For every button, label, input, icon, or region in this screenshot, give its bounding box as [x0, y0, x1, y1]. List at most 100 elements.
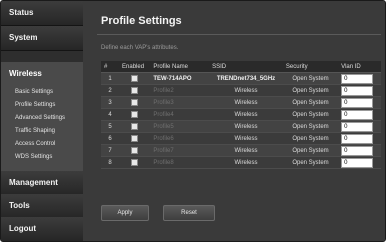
security: Open System	[282, 156, 339, 169]
enabled-checkbox-cell	[119, 144, 151, 157]
vlan-cell: 0	[338, 84, 381, 97]
profile-name[interactable]: Profile3	[150, 96, 210, 109]
vlan-cell: 0	[338, 144, 381, 157]
nav-system[interactable]: System	[1, 26, 83, 51]
row-number: 4	[101, 108, 120, 121]
reset-button[interactable]: Reset	[163, 205, 215, 221]
enabled-checkbox[interactable]	[131, 134, 139, 142]
ssid: TRENDnet734_5GHz	[209, 72, 283, 85]
row-number: 3	[101, 96, 120, 109]
nav-status[interactable]: Status	[1, 1, 83, 26]
vlan-cell: 0	[338, 72, 381, 85]
ssid: Wireless	[209, 84, 283, 97]
vlan-id-input[interactable]: 0	[341, 133, 374, 144]
enabled-checkbox[interactable]	[131, 110, 139, 118]
apply-button[interactable]: Apply	[101, 205, 149, 221]
row-number: 1	[101, 72, 120, 85]
ssid: Wireless	[209, 156, 283, 169]
main-panel: Profile Settings Define each VAP's attri…	[83, 1, 385, 241]
profile-name[interactable]: Profile8	[150, 156, 210, 169]
enabled-checkbox-cell	[119, 156, 151, 169]
app-window: Status System Wireless Basic Settings Pr…	[0, 0, 386, 242]
vlan-cell: 0	[338, 96, 381, 109]
profile-name[interactable]: Profile5	[150, 120, 210, 133]
enabled-checkbox-cell	[119, 96, 151, 109]
vlan-id-input[interactable]: 0	[341, 97, 374, 108]
nav-advanced-settings[interactable]: Advanced Settings	[1, 112, 83, 125]
table-row: 2 Profile2 Wireless Open System 0	[101, 84, 381, 97]
table-row: 1 TEW-714APO TRENDnet734_5GHz Open Syste…	[101, 72, 381, 85]
table-row: 4 Profile4 Wireless Open System 0	[101, 108, 381, 121]
vlan-id-input[interactable]: 0	[341, 121, 374, 132]
enabled-checkbox-cell	[119, 108, 151, 121]
row-number: 8	[101, 156, 120, 169]
enabled-checkbox[interactable]	[131, 158, 139, 166]
page-hint: Define each VAP's attributes.	[101, 45, 179, 51]
col-ssid: SSID	[209, 61, 283, 73]
ssid: Wireless	[209, 144, 283, 157]
security: Open System	[282, 72, 339, 85]
ssid: Wireless	[209, 108, 283, 121]
profile-name[interactable]: Profile6	[150, 132, 210, 145]
profiles-table: # Enabled Profile Name SSID Security Vla…	[101, 61, 381, 169]
vlan-cell: 0	[338, 108, 381, 121]
vlan-id-input[interactable]: 0	[341, 145, 374, 156]
vlan-cell: 0	[338, 156, 381, 169]
security: Open System	[282, 108, 339, 121]
table-header-row: # Enabled Profile Name SSID Security Vla…	[101, 61, 381, 73]
nav-basic-settings[interactable]: Basic Settings	[1, 86, 83, 99]
ssid: Wireless	[209, 96, 283, 109]
col-number: #	[101, 61, 120, 73]
nav-wds-settings[interactable]: WDS Settings	[1, 151, 83, 164]
nav-traffic-shaping[interactable]: Traffic Shaping	[1, 125, 83, 138]
enabled-checkbox-cell	[119, 84, 151, 97]
security: Open System	[282, 96, 339, 109]
col-profile-name: Profile Name	[150, 61, 210, 73]
enabled-checkbox-cell	[119, 120, 151, 133]
vlan-cell: 0	[338, 132, 381, 145]
row-number: 5	[101, 120, 120, 133]
nav-logout[interactable]: Logout	[1, 217, 91, 241]
security: Open System	[282, 132, 339, 145]
enabled-checkbox[interactable]	[131, 86, 139, 94]
profile-name[interactable]: Profile7	[150, 144, 210, 157]
nav-wireless-section: Wireless Basic Settings Profile Settings…	[1, 62, 83, 171]
col-vlan-id: Vlan ID	[338, 61, 381, 73]
table-row: 8 Profile8 Wireless Open System 0	[101, 156, 381, 169]
ssid: Wireless	[209, 132, 283, 145]
col-security: Security	[282, 61, 339, 73]
profile-name[interactable]: Profile4	[150, 108, 210, 121]
ssid: Wireless	[209, 120, 283, 133]
security: Open System	[282, 120, 339, 133]
col-enabled: Enabled	[119, 61, 151, 73]
vlan-id-input[interactable]: 0	[341, 157, 374, 168]
enabled-checkbox-cell	[119, 132, 151, 145]
table-row: 6 Profile6 Wireless Open System 0	[101, 132, 381, 145]
nav-access-control[interactable]: Access Control	[1, 138, 83, 151]
enabled-checkbox[interactable]	[131, 98, 139, 106]
row-number: 6	[101, 132, 120, 145]
vlan-id-input[interactable]: 0	[341, 73, 374, 84]
table-row: 5 Profile5 Wireless Open System 0	[101, 120, 381, 133]
enabled-checkbox[interactable]	[131, 74, 139, 82]
sidebar: Status System Wireless Basic Settings Pr…	[1, 1, 91, 241]
enabled-checkbox-cell	[119, 72, 151, 85]
profile-name[interactable]: TEW-714APO	[150, 72, 210, 85]
title-divider	[97, 34, 381, 35]
enabled-checkbox[interactable]	[131, 122, 139, 130]
vlan-id-input[interactable]: 0	[341, 85, 374, 96]
security: Open System	[282, 144, 339, 157]
profile-name[interactable]: Profile2	[150, 84, 210, 97]
nav-management[interactable]: Management	[1, 171, 91, 196]
security: Open System	[282, 84, 339, 97]
table-row: 7 Profile7 Wireless Open System 0	[101, 144, 381, 157]
vlan-id-input[interactable]: 0	[341, 109, 374, 120]
table-row: 3 Profile3 Wireless Open System 0	[101, 96, 381, 109]
nav-profile-settings[interactable]: Profile Settings	[1, 99, 83, 112]
enabled-checkbox[interactable]	[131, 146, 139, 154]
nav-tools[interactable]: Tools	[1, 194, 91, 219]
page-title: Profile Settings	[101, 15, 182, 27]
row-number: 2	[101, 84, 120, 97]
row-number: 7	[101, 144, 120, 157]
nav-wireless[interactable]: Wireless	[1, 62, 83, 86]
